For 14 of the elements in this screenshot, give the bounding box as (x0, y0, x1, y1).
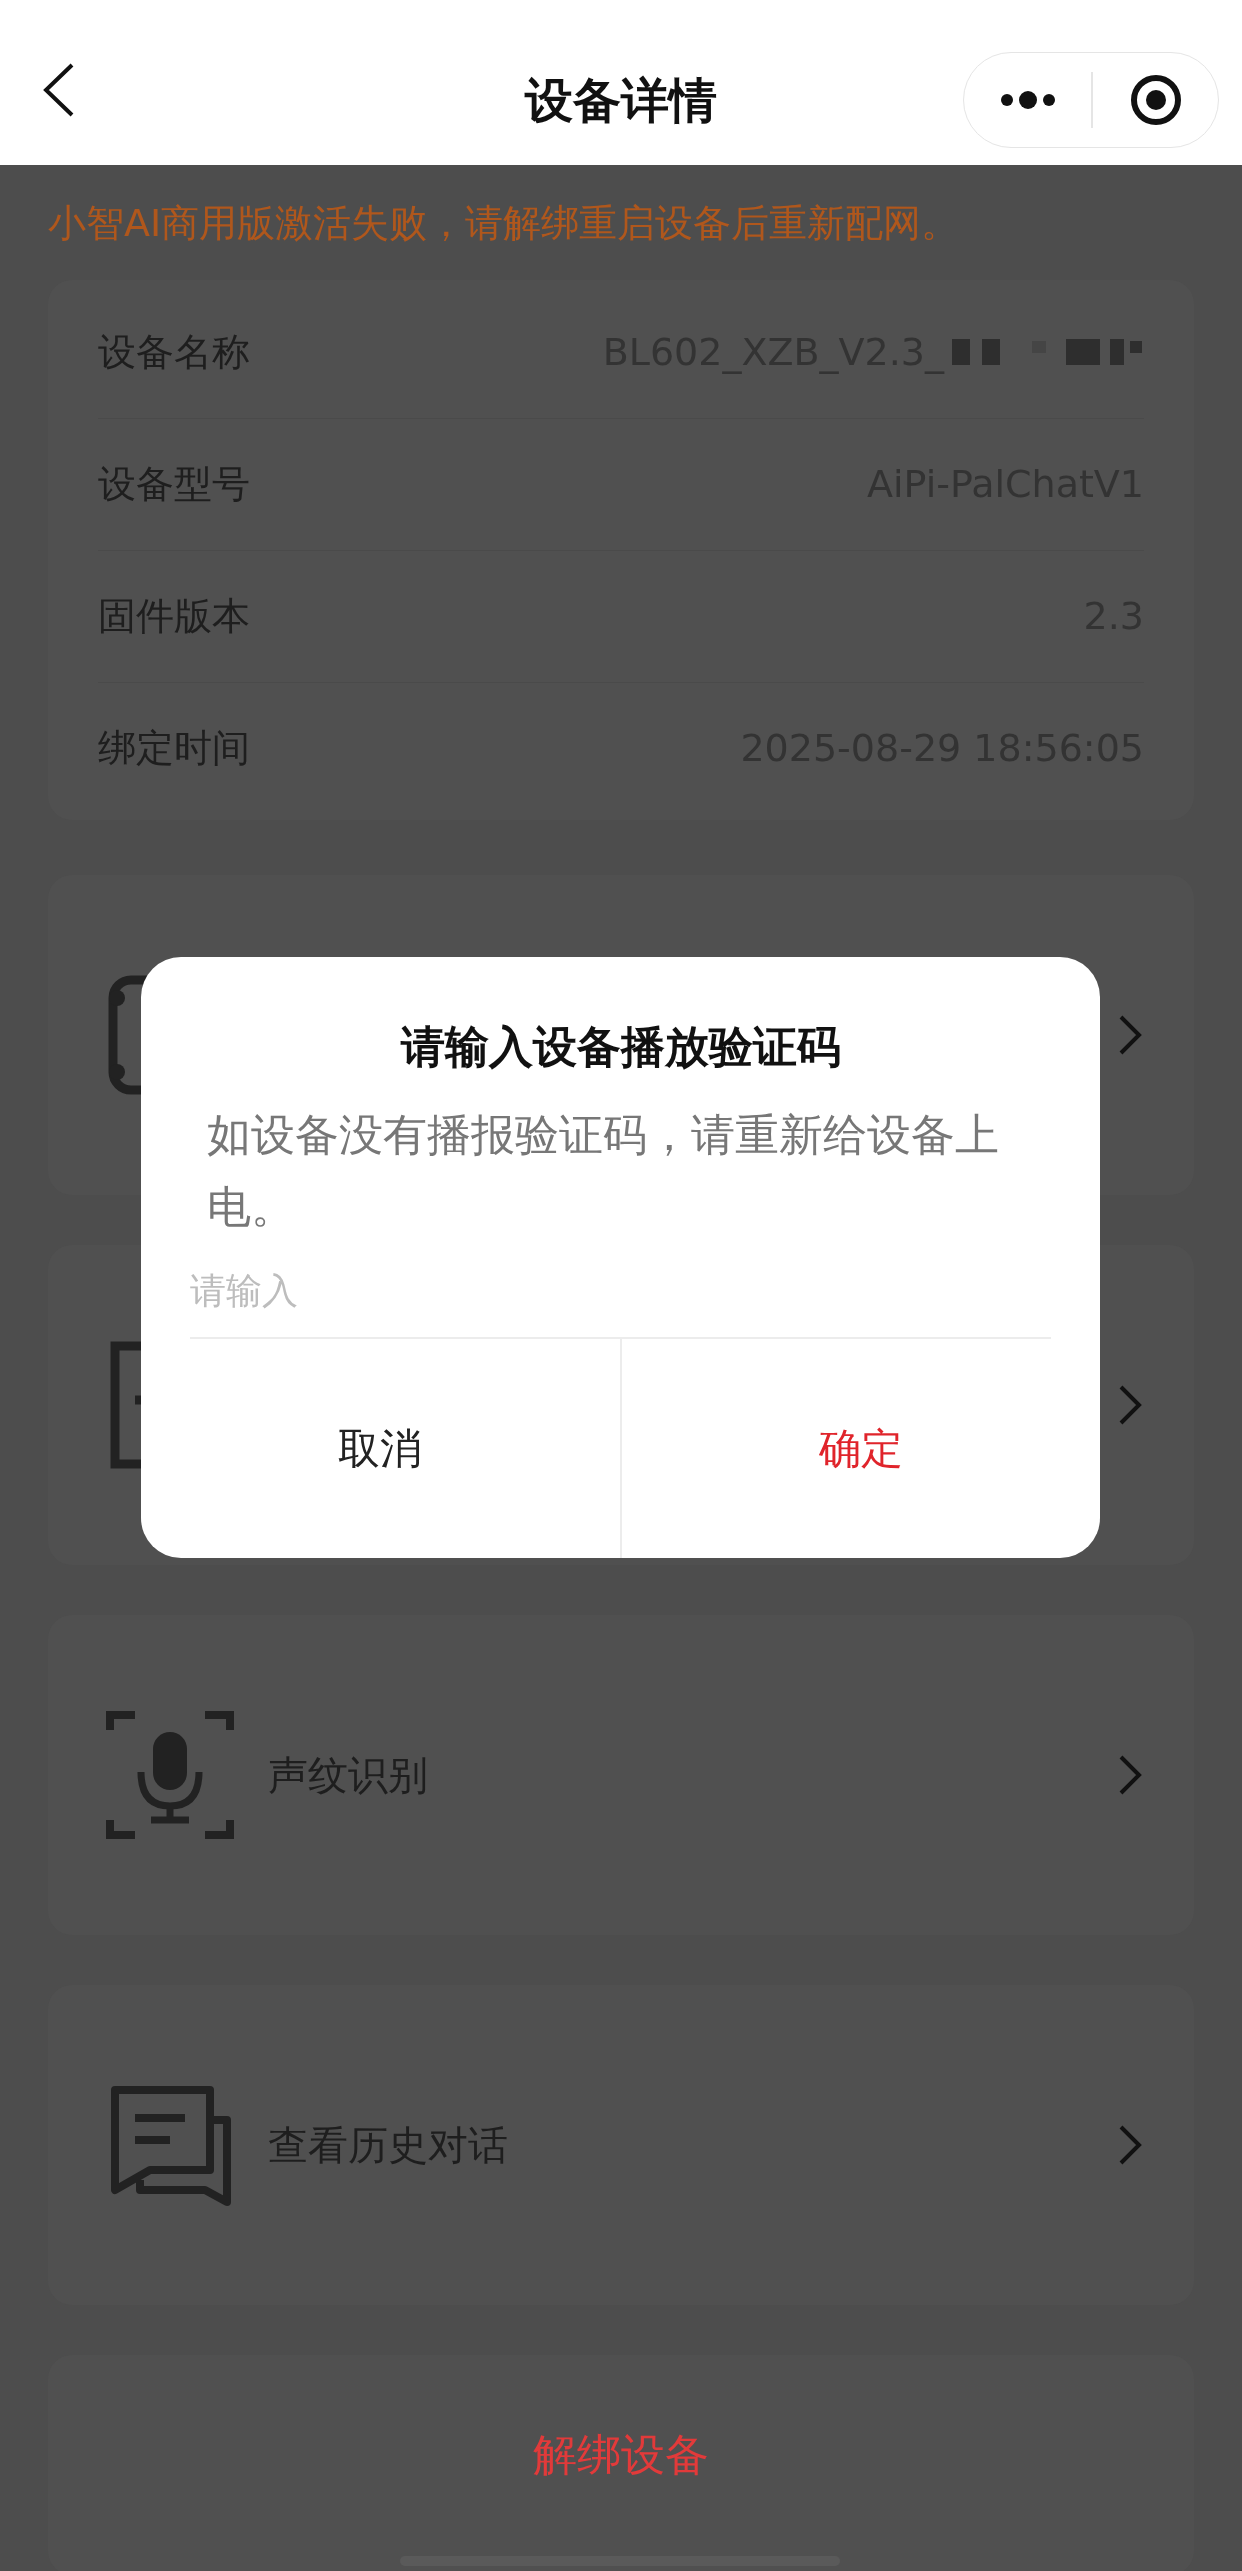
cancel-button[interactable]: 取消 (141, 1339, 620, 1558)
dialog-title: 请输入设备播放验证码 (399, 1020, 842, 1074)
page-title: 设备详情 (525, 70, 717, 130)
code-input-field[interactable]: 请输入 (190, 1243, 1051, 1339)
chevron-right-icon (1118, 2124, 1142, 2166)
dialog-message: 如设备没有播报验证码，请重新给设备上电。 (206, 1108, 1000, 1234)
chevron-right-icon (1118, 1384, 1142, 1426)
more-icon (998, 90, 1057, 110)
activation-warning: 小智AI商用版激活失败，请解绑重启设备后重新配网。 (48, 200, 961, 247)
confirm-button[interactable]: 确定 (619, 1339, 1100, 1558)
target-icon (1129, 74, 1182, 126)
chevron-right-icon (1118, 1014, 1142, 1056)
chevron-right-icon (1118, 1754, 1142, 1796)
voice-recognition-icon (105, 1710, 235, 1840)
